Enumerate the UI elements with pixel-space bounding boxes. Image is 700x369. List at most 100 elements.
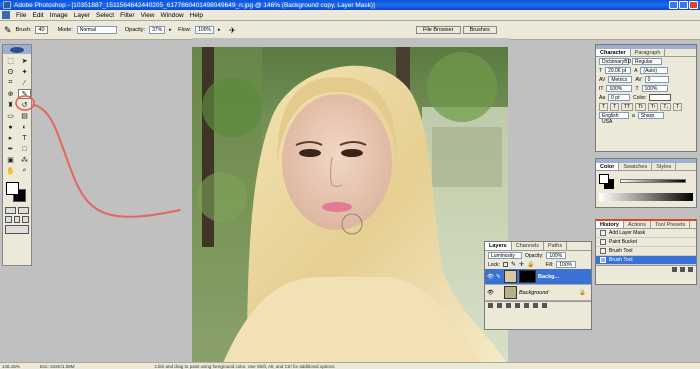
tab-styles[interactable]: Styles [652,163,677,170]
tab-tool-presets[interactable]: Tool Presets [651,221,691,228]
history-item[interactable]: Add Layer Mask [596,229,696,238]
adjustment-layer-icon[interactable] [515,303,520,308]
healing-brush-tool-icon[interactable]: ⊕ [4,89,17,99]
tab-swatches[interactable]: Swatches [619,163,653,170]
maximize-button[interactable] [679,1,688,9]
flow-input[interactable]: 100% [195,26,215,34]
gradient-tool-icon[interactable]: ▤ [18,111,31,121]
eye-icon[interactable]: 👁 [487,290,494,296]
history-item[interactable]: Brush Tool [596,256,696,265]
standard-mode-button[interactable] [5,207,16,214]
history-item[interactable]: Brush Tool [596,247,696,256]
chevron-right-icon[interactable]: ▸ [169,27,174,33]
move-tool-icon[interactable]: ➤ [18,56,31,66]
kerning-input[interactable]: Metrics [608,76,633,83]
color-ramp[interactable] [599,193,693,201]
eyedropper-tool-icon[interactable]: ⁂ [18,155,31,165]
font-style-select[interactable]: Regular [632,58,662,65]
menu-image[interactable]: Image [47,12,71,19]
layer-name[interactable]: Backg... [538,274,559,280]
screen-mode-standard-button[interactable] [5,216,12,223]
quick-mask-mode-button[interactable] [18,207,29,214]
eye-icon[interactable]: 👁 [487,274,494,280]
blur-tool-icon[interactable]: ● [4,122,17,132]
notes-tool-icon[interactable]: ▣ [4,155,17,165]
superscript-button[interactable]: T¹ [647,102,659,111]
layer-style-icon[interactable] [497,303,502,308]
lock-transparency-icon[interactable] [502,262,508,267]
color-panel-foreground-swatch[interactable] [599,174,609,184]
small-caps-button[interactable]: Tt [635,102,646,111]
layer-name[interactable]: Background [519,290,548,296]
history-item[interactable]: Paint Bucket [596,238,696,247]
menu-window[interactable]: Window [158,12,187,19]
blend-mode-select[interactable]: Luminosity [488,252,522,259]
language-select[interactable]: English: USA [599,112,629,125]
tab-paths[interactable]: Paths [544,242,568,250]
add-mask-icon[interactable] [506,303,511,308]
lasso-tool-icon[interactable]: ʘ [4,67,17,77]
all-caps-button[interactable]: TT [621,102,634,111]
menu-filter[interactable]: Filter [117,12,137,19]
create-snapshot-icon[interactable] [680,267,685,272]
tab-history[interactable]: History [596,221,624,228]
document-canvas[interactable] [192,47,508,365]
text-color-swatch[interactable] [649,94,672,101]
vertical-scale-input[interactable]: 100% [606,85,633,92]
shape-tool-icon[interactable]: □ [18,144,31,154]
faux-bold-button[interactable]: T [599,102,609,111]
type-tool-icon[interactable]: T [18,133,31,143]
horizontal-scale-input[interactable]: 100% [641,85,668,92]
opacity-input[interactable]: 37% [149,26,166,34]
fill-input[interactable]: 100% [556,261,577,268]
zoom-readout[interactable]: 146.15% [2,364,20,369]
menu-view[interactable]: View [138,12,158,19]
layer-mask-thumbnail[interactable] [519,270,536,283]
lock-image-icon[interactable]: ✎ [511,261,516,268]
trash-icon[interactable] [688,267,693,272]
menu-select[interactable]: Select [93,12,117,19]
close-button[interactable] [689,1,698,9]
font-size-input[interactable]: 29.06 pt [605,67,632,74]
subscript-button[interactable]: T₁ [660,102,672,111]
slice-tool-icon[interactable]: ⁄ [18,78,31,88]
crop-tool-icon[interactable]: ⌗ [4,78,17,88]
mode-select[interactable]: Normal [76,26,117,34]
underline-button[interactable]: T [673,102,683,111]
layer-opacity-input[interactable]: 100% [546,252,567,259]
toolbox-header[interactable] [3,45,31,54]
pen-tool-icon[interactable]: ✒ [4,144,17,154]
hand-tool-icon[interactable]: ✋ [4,166,17,176]
gray-slider[interactable] [620,179,686,183]
faux-italic-button[interactable]: T [610,102,620,111]
document-icon[interactable] [2,11,10,19]
jump-to-imageready-button[interactable] [5,225,29,234]
magic-wand-tool-icon[interactable]: ✦ [18,67,31,77]
brush-tool-icon[interactable]: ✎ [18,89,31,99]
tab-brushes[interactable]: Brushes [462,26,497,34]
tab-paragraph[interactable]: Paragraph [631,49,666,56]
new-document-from-state-icon[interactable] [672,267,677,272]
layer-row[interactable]: 👁 Background 🔒 [485,285,591,301]
tab-actions[interactable]: Actions [624,221,651,228]
airbrush-icon[interactable]: ✈ [229,26,236,35]
menu-layer[interactable]: Layer [71,12,93,19]
minimize-button[interactable] [669,1,678,9]
screen-mode-full-button[interactable] [13,216,21,223]
baseline-shift-input[interactable]: 0 pt [608,94,631,101]
brush-size[interactable]: 40 [35,26,48,34]
link-layers-icon[interactable] [488,303,493,308]
tab-channels[interactable]: Channels [512,242,544,250]
leading-input[interactable]: (Auto) [640,67,669,74]
chevron-right-icon[interactable]: ▸ [218,27,223,33]
menu-help[interactable]: Help [187,12,206,19]
menu-edit[interactable]: Edit [29,12,46,19]
lock-position-icon[interactable]: ✛ [519,261,524,268]
history-brush-tool-icon[interactable]: ↺ [18,100,31,110]
path-selection-tool-icon[interactable]: ▸ [4,133,17,143]
trash-icon[interactable] [542,303,547,308]
new-group-icon[interactable] [524,303,529,308]
clone-stamp-tool-icon[interactable]: ♜ [4,100,17,110]
menu-file[interactable]: File [13,12,29,19]
eraser-tool-icon[interactable]: ▭ [4,111,17,121]
